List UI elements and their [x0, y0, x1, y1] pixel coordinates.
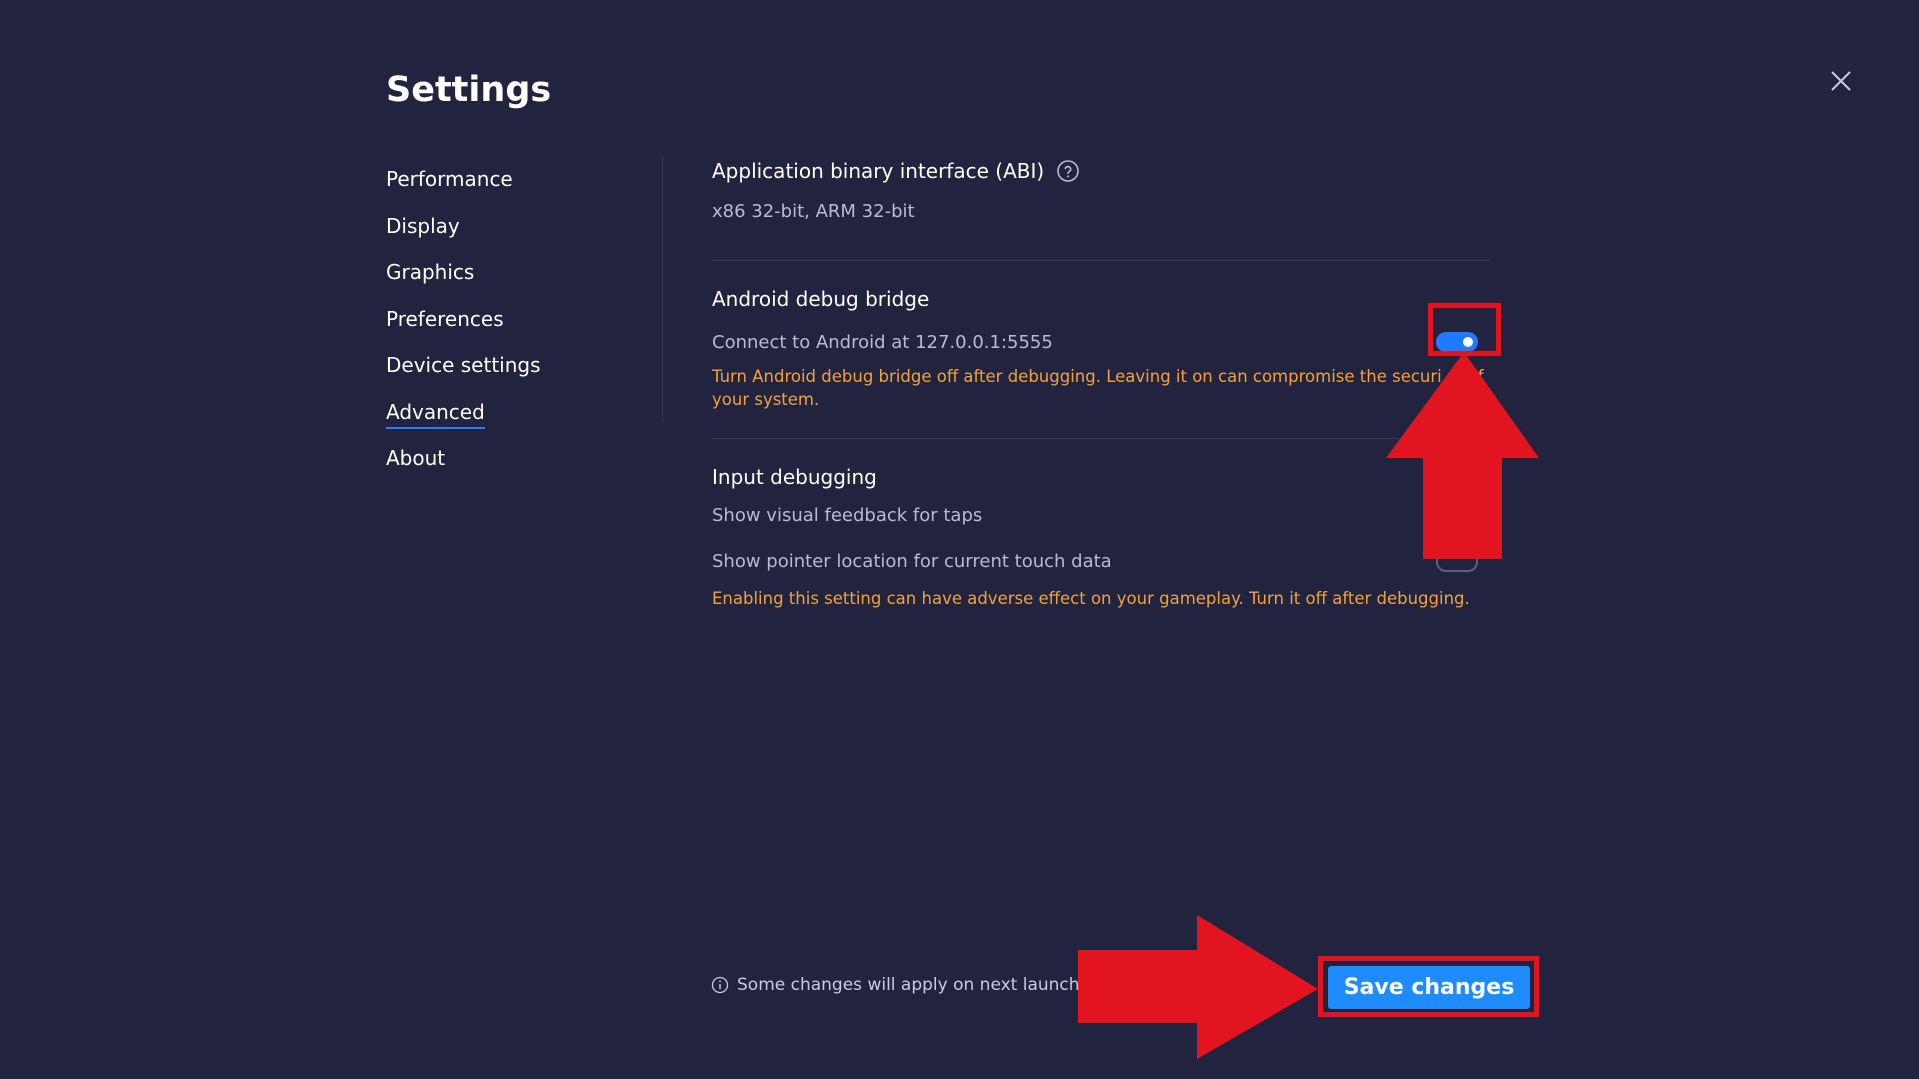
- nav-item-device-settings[interactable]: Device settings: [386, 346, 646, 393]
- input-debugging-warning: Enabling this setting can have adverse e…: [712, 589, 1470, 608]
- restart-note-text: Some changes will apply on next launch: [737, 975, 1080, 995]
- input-debugging-title-text: Input debugging: [712, 465, 877, 489]
- adb-warning-line2: your system.: [712, 390, 820, 409]
- nav-item-display[interactable]: Display: [386, 207, 646, 254]
- nav-item-performance[interactable]: Performance: [386, 160, 646, 207]
- adb-warning-line1-end: f: [1477, 367, 1484, 386]
- input-debugging-title: Input debugging: [712, 463, 1490, 491]
- adb-warning-line1: Turn Android debug bridge off after debu…: [712, 367, 1442, 386]
- sidebar-divider: [662, 156, 663, 422]
- abi-value: x86 32-bit, ARM 32-bit: [712, 201, 915, 222]
- nav-item-label: Preferences: [386, 306, 504, 331]
- pointer-location-label: Show pointer location for current touch …: [712, 550, 1112, 572]
- nav-item-label: Advanced: [386, 397, 485, 429]
- nav-item-label: Device settings: [386, 353, 541, 377]
- nav-item-label: Graphics: [386, 260, 475, 284]
- settings-sidebar: Performance Display Graphics Preferences…: [386, 160, 646, 486]
- nav-item-advanced[interactable]: Advanced: [386, 393, 646, 440]
- taps-feedback-label: Show visual feedback for taps: [712, 505, 983, 526]
- adb-warning: Turn Android debug bridge off after debu…: [712, 365, 1490, 411]
- info-circle-icon: [711, 976, 729, 994]
- nav-item-preferences[interactable]: Preferences: [386, 300, 646, 347]
- toggle-highlight-box: [1428, 303, 1501, 356]
- advanced-settings-panel: Application binary interface (ABI) x86 3…: [712, 150, 1490, 610]
- nav-item-label: Performance: [386, 167, 513, 191]
- abi-section-title: Application binary interface (ABI): [712, 150, 1490, 192]
- restart-note: Some changes will apply on next launch: [711, 975, 1080, 995]
- close-icon[interactable]: [1826, 66, 1856, 96]
- adb-connect-label: Connect to Android at 127.0.0.1:5555: [712, 331, 1053, 353]
- adb-title: Android debug bridge: [712, 285, 1490, 313]
- pointer-location-toggle[interactable]: [1436, 550, 1478, 572]
- annotation-arrow-right: [1078, 915, 1318, 1059]
- page-title: Settings: [386, 70, 552, 110]
- nav-item-label: About: [386, 446, 446, 470]
- abi-title: Application binary interface (ABI): [712, 159, 1045, 183]
- nav-item-about[interactable]: About: [386, 439, 646, 486]
- adb-title-text: Android debug bridge: [712, 287, 930, 311]
- question-circle-icon[interactable]: [1056, 159, 1080, 183]
- nav-item-label: Display: [386, 213, 460, 238]
- nav-item-graphics[interactable]: Graphics: [386, 253, 646, 300]
- save-changes-button[interactable]: Save changes: [1328, 966, 1530, 1009]
